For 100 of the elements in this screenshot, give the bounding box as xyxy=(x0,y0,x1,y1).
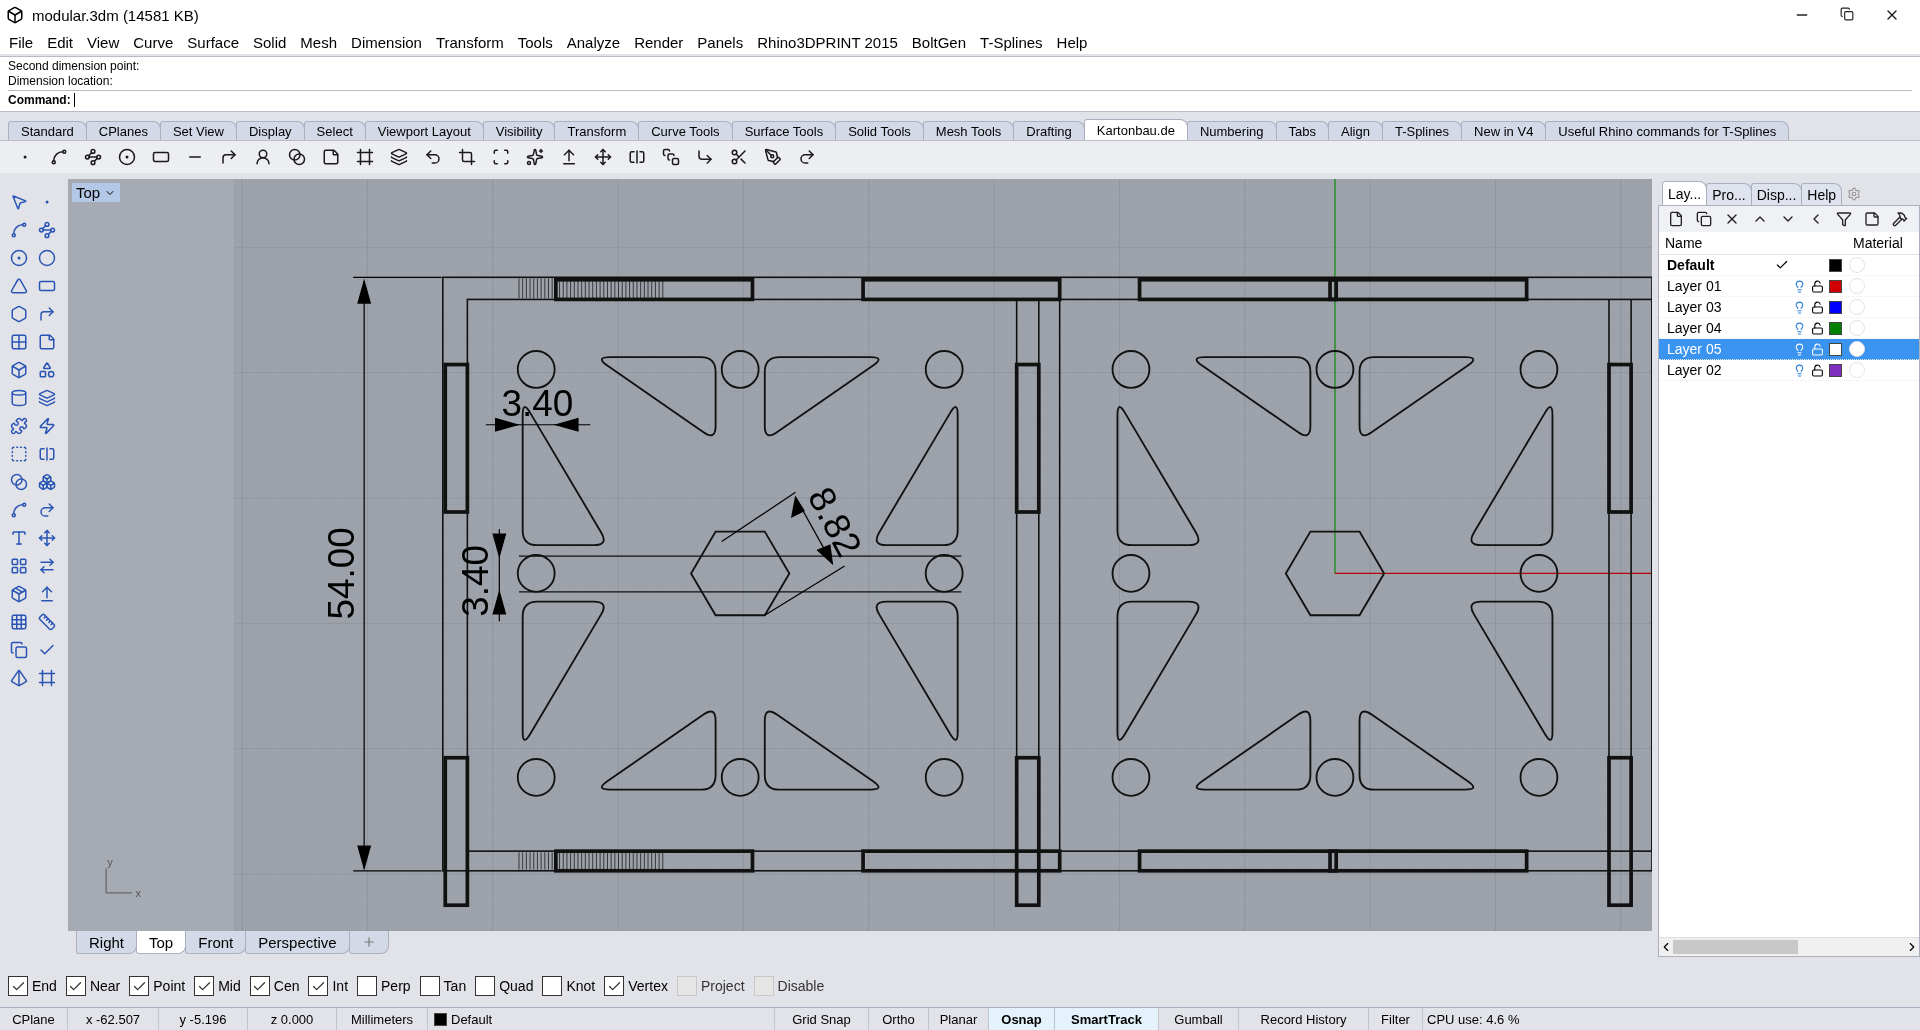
unlocked-icon[interactable] xyxy=(1811,279,1824,293)
layer-color-swatch[interactable] xyxy=(1829,258,1842,272)
current-layer-label[interactable]: Default xyxy=(451,1011,493,1027)
osnap-label[interactable]: Near xyxy=(89,978,121,994)
layer-color-swatch[interactable] xyxy=(1829,300,1842,314)
toolbar-tab[interactable]: Surface Tools xyxy=(731,121,837,140)
menu-item[interactable]: Solid xyxy=(246,33,294,51)
status-toggle[interactable]: Osnap xyxy=(989,1008,1055,1030)
checkbox[interactable] xyxy=(8,976,28,996)
toolbar-tab[interactable]: Kartonbau.de xyxy=(1083,119,1188,140)
toolbar-tab[interactable]: Set View xyxy=(159,121,237,140)
status-toggle[interactable]: Record History xyxy=(1239,1008,1369,1030)
toolbar-tab[interactable]: Drafting xyxy=(1013,121,1085,140)
menu-item[interactable]: Help xyxy=(1049,33,1095,51)
toolbar-tab[interactable]: Display xyxy=(236,121,305,140)
view-tab[interactable]: Top xyxy=(136,931,187,954)
toolbar-tab[interactable]: Curve Tools xyxy=(638,121,733,140)
panel-tab[interactable]: Help xyxy=(1801,183,1843,205)
column-header[interactable]: Name xyxy=(1659,235,1775,251)
copy-icon[interactable] xyxy=(1695,210,1713,228)
osnap-label[interactable]: Knot xyxy=(566,978,596,994)
toolbar-tab[interactable]: Tabs xyxy=(1275,121,1329,140)
checkbox[interactable] xyxy=(542,976,563,996)
osnap-label[interactable]: Perp xyxy=(381,978,411,994)
column-header[interactable]: Material xyxy=(1847,235,1920,251)
checkbox[interactable] xyxy=(65,976,86,996)
menu-item[interactable]: Panels xyxy=(690,33,751,51)
toolbar-tab[interactable]: Select xyxy=(303,121,366,140)
view-tab[interactable]: Perspective xyxy=(245,931,350,954)
toolbar-tab[interactable]: New in V4 xyxy=(1461,121,1547,140)
toolbar-tab[interactable]: Mesh Tools xyxy=(922,121,1015,140)
panel-tab[interactable]: Pro... xyxy=(1706,183,1752,205)
view-tab[interactable]: Right xyxy=(76,931,138,954)
menu-item[interactable]: Analyze xyxy=(559,33,628,51)
menu-item[interactable]: T-Splines xyxy=(973,33,1050,51)
osnap-label[interactable]: Vertex xyxy=(628,978,668,994)
layer-color-swatch[interactable] xyxy=(1829,363,1842,377)
status-toggle[interactable]: Grid Snap xyxy=(775,1008,869,1030)
osnap-label[interactable]: Cen xyxy=(273,978,300,994)
viewport[interactable]: 3.40 3.40 54.00 8.82 y x Top xyxy=(68,179,1652,931)
osnap-label[interactable]: Mid xyxy=(218,978,241,994)
menu-item[interactable]: View xyxy=(80,33,127,51)
toolbar-tab[interactable]: Transform xyxy=(554,121,640,140)
toolbar-tab[interactable]: Numbering xyxy=(1186,121,1277,140)
osnap-label[interactable]: Int xyxy=(332,978,349,994)
toolbar-tab[interactable]: CPlanes xyxy=(85,121,161,140)
checkbox[interactable] xyxy=(475,976,496,996)
menu-item[interactable]: Rhino3DPRINT 2015 xyxy=(750,33,905,51)
panel-tab[interactable]: Disp... xyxy=(1750,183,1803,205)
checkbox[interactable] xyxy=(604,976,625,996)
status-toggle[interactable]: SmartTrack xyxy=(1055,1008,1159,1030)
menu-item[interactable]: Edit xyxy=(40,33,81,51)
checkbox[interactable] xyxy=(308,976,329,996)
toolbar-tab[interactable]: Viewport Layout xyxy=(364,121,484,140)
osnap-label[interactable]: Tan xyxy=(443,978,467,994)
viewport-title[interactable]: Top xyxy=(72,183,121,202)
layer-row[interactable]: Default xyxy=(1659,255,1919,276)
menu-item[interactable]: Surface xyxy=(180,33,246,51)
toolbar-tab[interactable]: Align xyxy=(1328,121,1383,140)
view-tab[interactable]: Front xyxy=(185,931,247,954)
layer-row[interactable]: Layer 01 xyxy=(1659,276,1919,297)
status-toggle[interactable]: Ortho xyxy=(869,1008,929,1030)
unlocked-icon[interactable] xyxy=(1811,300,1824,314)
osnap-label[interactable]: Quad xyxy=(499,978,534,994)
menu-item[interactable]: Dimension xyxy=(344,33,429,51)
layer-color-swatch[interactable] xyxy=(1829,321,1842,335)
status-toggle[interactable]: Gumball xyxy=(1159,1008,1239,1030)
menu-item[interactable]: Mesh xyxy=(293,33,345,51)
menu-item[interactable]: File xyxy=(2,33,41,51)
panel-tab[interactable]: Lay... xyxy=(1662,181,1708,205)
menu-item[interactable]: Render xyxy=(627,33,691,51)
scrollbar-thumb[interactable] xyxy=(1673,940,1798,954)
checkbox[interactable] xyxy=(129,976,150,996)
lightbulb-icon[interactable] xyxy=(1793,300,1806,314)
osnap-label[interactable]: End xyxy=(32,978,57,994)
toolbar-tab[interactable]: T-Splines xyxy=(1381,121,1463,140)
osnap-label[interactable]: Point xyxy=(153,978,186,994)
cplane-button[interactable]: CPlane xyxy=(0,1008,68,1030)
toolbar-tab[interactable]: Solid Tools xyxy=(835,121,924,140)
material-circle[interactable] xyxy=(1849,341,1865,357)
toolbar-tab[interactable]: Useful Rhino commands for T-Splines xyxy=(1545,121,1790,140)
layer-row[interactable]: Layer 03 xyxy=(1659,297,1919,318)
lightbulb-icon[interactable] xyxy=(1793,279,1806,293)
toolbar-tab[interactable]: Visibility xyxy=(482,121,556,140)
unlocked-icon[interactable] xyxy=(1811,363,1824,377)
lightbulb-icon[interactable] xyxy=(1793,342,1806,356)
checkbox[interactable] xyxy=(357,976,378,996)
lightbulb-icon[interactable] xyxy=(1793,321,1806,335)
menu-item[interactable]: Tools xyxy=(510,33,560,51)
menu-item[interactable]: BoltGen xyxy=(904,33,974,51)
new-layer-icon[interactable] xyxy=(1667,210,1685,228)
unlocked-icon[interactable] xyxy=(1811,321,1824,335)
toolbar-tab[interactable]: Standard xyxy=(8,121,87,140)
page-icon[interactable] xyxy=(1863,210,1881,228)
hammer-icon[interactable] xyxy=(1891,210,1909,228)
checkbox[interactable] xyxy=(419,976,440,996)
restore-icon[interactable] xyxy=(1840,7,1854,21)
status-toggle[interactable]: Filter xyxy=(1369,1008,1423,1030)
checkbox[interactable] xyxy=(249,976,270,996)
layer-color-swatch[interactable] xyxy=(1829,279,1842,293)
